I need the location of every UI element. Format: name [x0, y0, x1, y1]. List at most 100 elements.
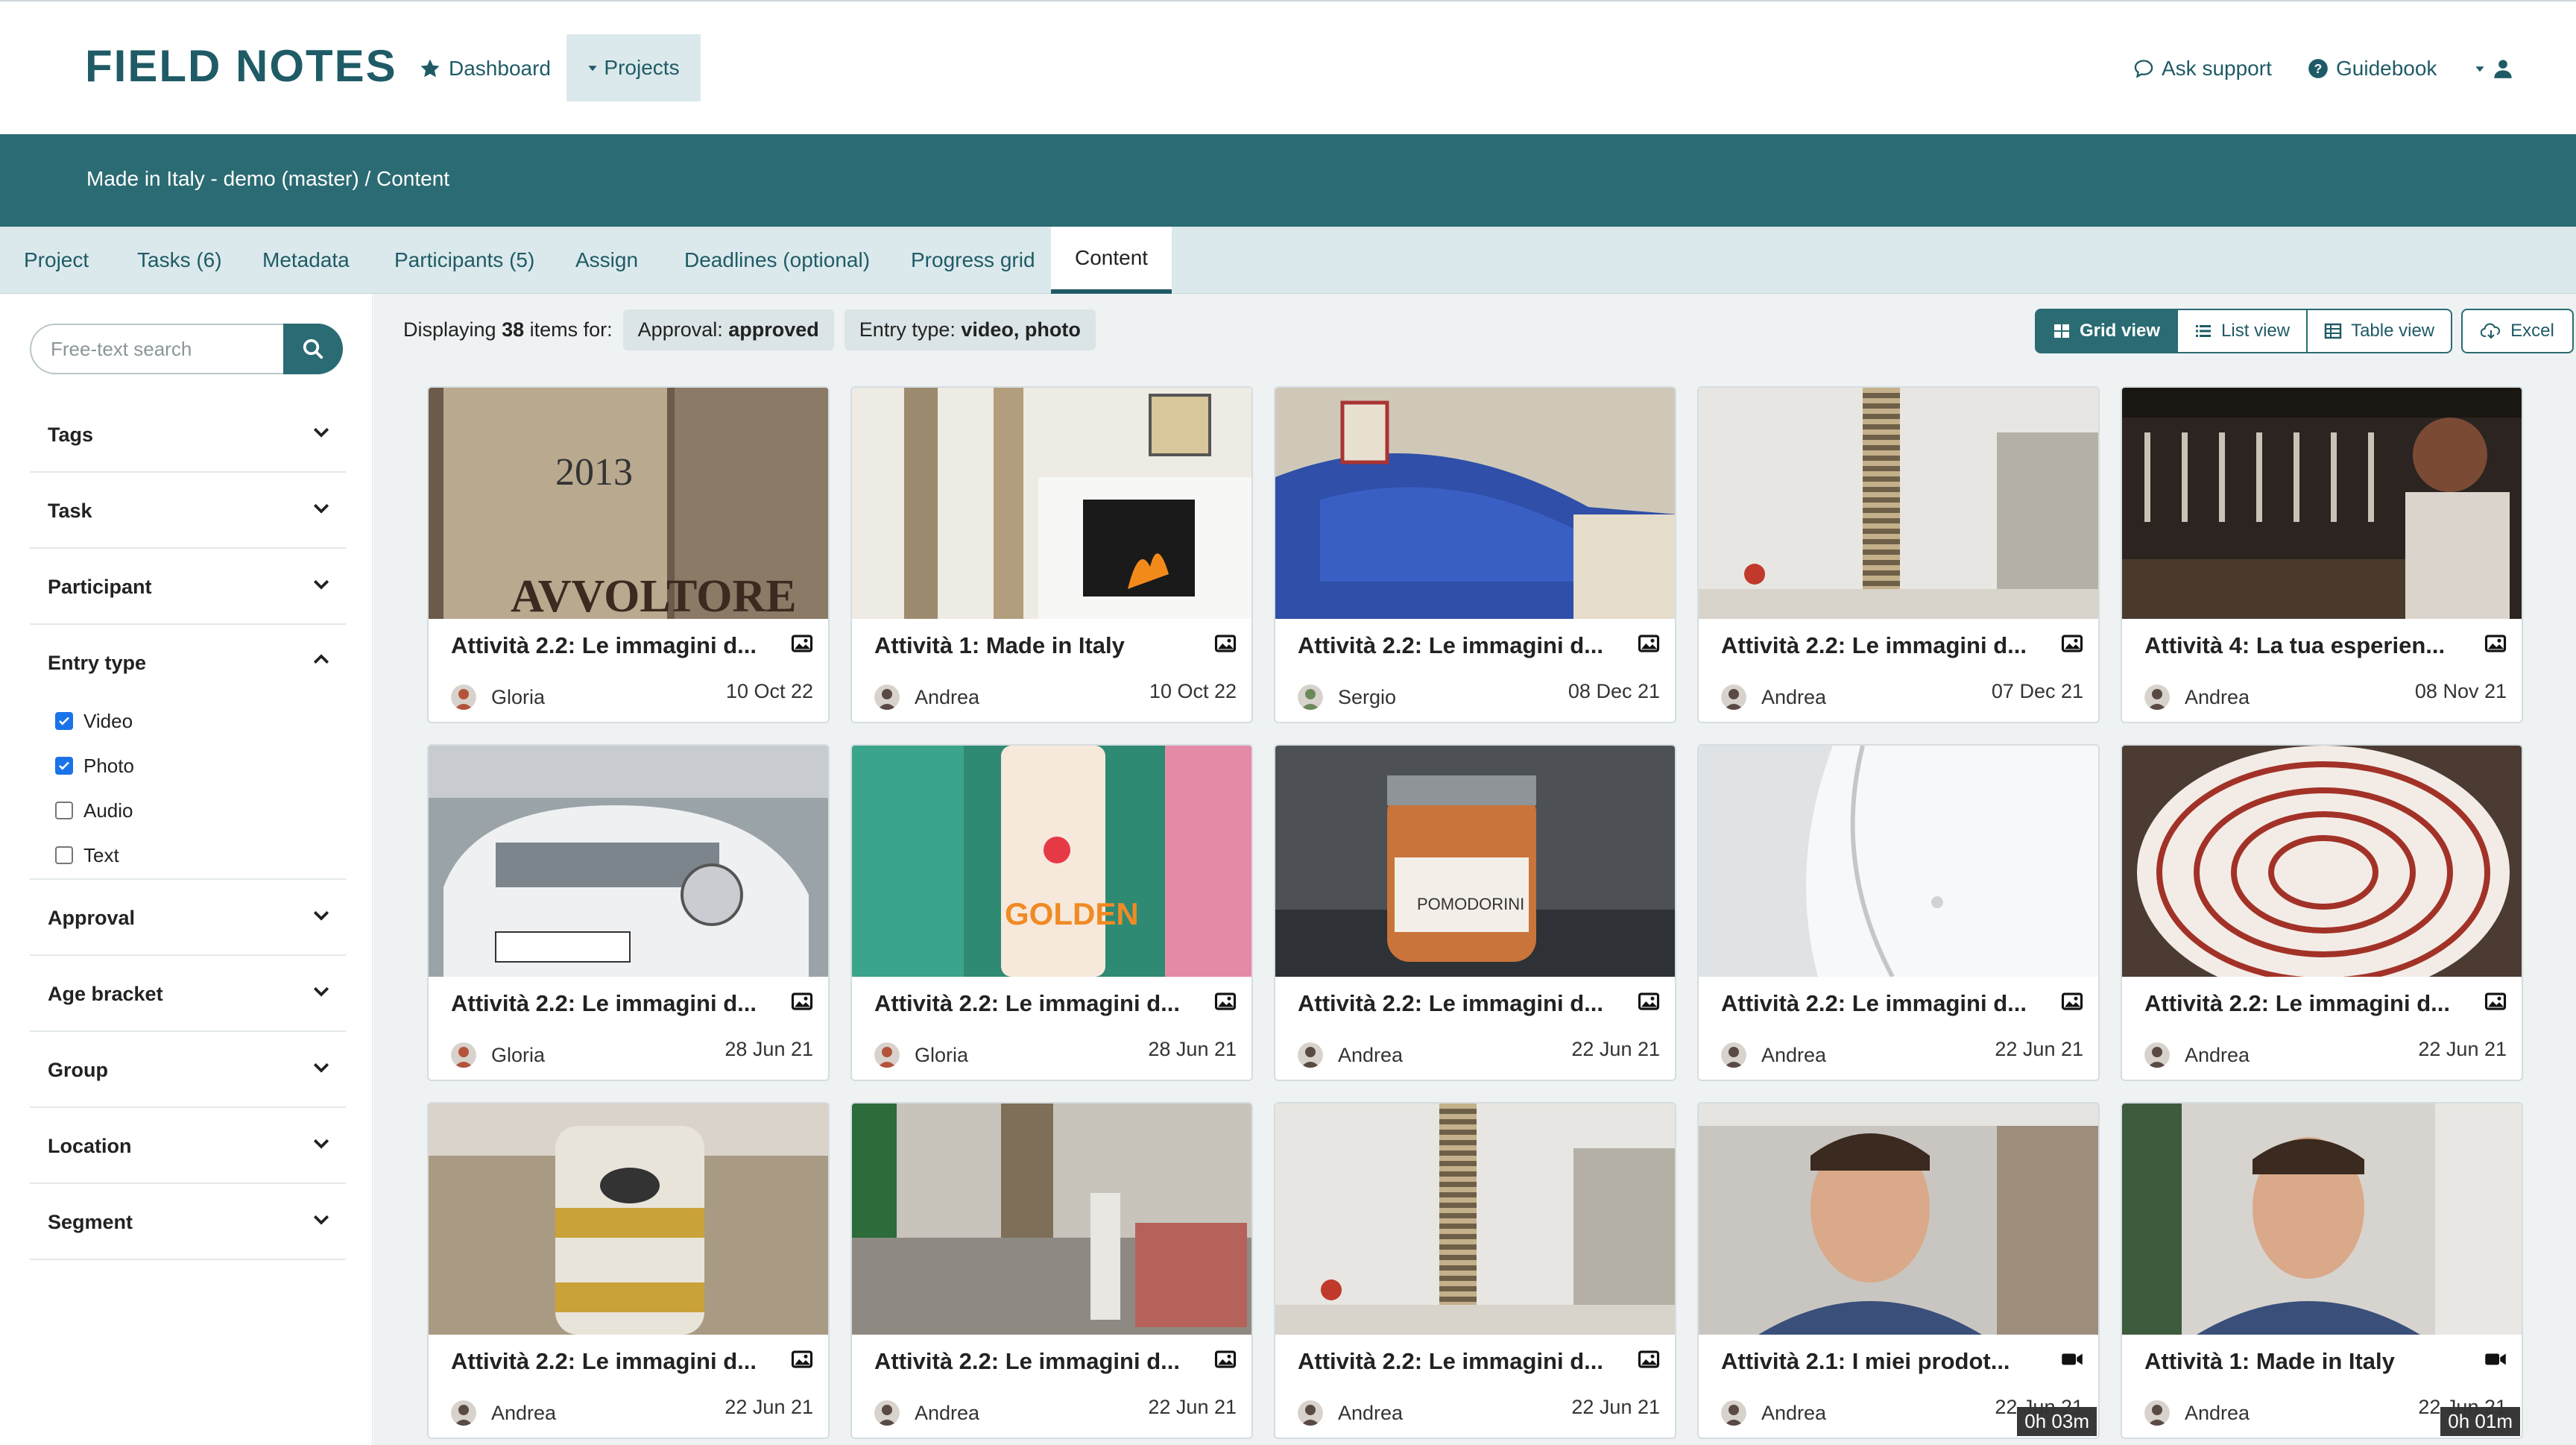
photo-icon — [1214, 635, 1237, 652]
content-card[interactable]: Attività 2.2: Le immagini d... Andrea 22 J… — [850, 1102, 1253, 1439]
entry-type-audio[interactable]: Audio — [55, 796, 133, 825]
card-title[interactable]: Attività 1: Made in Italy — [2144, 1348, 2395, 1375]
svg-text:AVVOLTORE: AVVOLTORE — [511, 571, 797, 619]
content-card[interactable]: Attività 2.2: Le immagini d... Andrea 22 J… — [1274, 1102, 1676, 1439]
user-menu[interactable] — [2475, 46, 2513, 91]
filter-tags[interactable]: Tags — [30, 397, 346, 473]
card-title[interactable]: Attività 2.1: I miei prodot... — [1721, 1348, 2010, 1375]
card-author: Gloria — [491, 686, 546, 708]
content-thumbnail[interactable] — [2122, 746, 2523, 977]
content-card[interactable]: Attività 1: Made in Italy Andrea 10 Oct 22 — [850, 386, 1253, 723]
card-title[interactable]: Attività 2.2: Le immagini d... — [2144, 990, 2450, 1017]
tab-participants[interactable]: Participants (5) — [394, 227, 534, 294]
filter-label: Segment — [48, 1211, 133, 1233]
guidebook-link[interactable]: ? Guidebook — [2308, 46, 2437, 91]
filter-location[interactable]: Location — [30, 1108, 346, 1184]
nav-projects-dropdown[interactable]: Projects — [566, 34, 701, 101]
author-avatar — [2144, 1400, 2170, 1426]
content-card[interactable]: Attività 2.2: Le immagini d... Sergio 08 D… — [1274, 386, 1676, 723]
card-date: 22 Jun 21 — [1148, 1396, 1237, 1418]
filter-approval[interactable]: Approval — [30, 880, 346, 956]
card-title[interactable]: Attività 1: Made in Italy — [874, 632, 1125, 659]
content-thumbnail[interactable]: 2013 AVVOLTORE — [429, 388, 830, 619]
tab-deadlines[interactable]: Deadlines (optional) — [684, 227, 870, 294]
table-view-button[interactable]: Table view — [2308, 309, 2453, 353]
author-avatar — [1721, 1400, 1746, 1426]
checkbox-unchecked[interactable] — [55, 802, 73, 819]
filter-segment[interactable]: Segment — [30, 1184, 346, 1260]
content-thumbnail[interactable] — [852, 1104, 1253, 1335]
content-card[interactable]: Attività 4: La tua esperien... Andrea 08 N… — [2121, 386, 2523, 723]
active-filter-chip-approval[interactable]: Approval: approved — [622, 309, 834, 350]
excel-export-button[interactable]: Excel — [2461, 309, 2574, 353]
content-thumbnail[interactable] — [1699, 388, 2100, 619]
filter-task[interactable]: Task — [30, 473, 346, 549]
content-thumbnail[interactable] — [2122, 388, 2523, 619]
content-card[interactable]: 0h 03m Attività 2.1: I miei prodot... Andr… — [1697, 1102, 2100, 1439]
content-card[interactable]: 2013 AVVOLTORE Attività 2.2: Le immagini d… — [427, 386, 830, 723]
author-avatar — [874, 1042, 900, 1068]
content-thumbnail[interactable]: POMODORINI — [1275, 746, 1676, 977]
content-thumbnail[interactable]: GOLDEN — [852, 746, 1253, 977]
content-thumbnail[interactable] — [429, 1104, 830, 1335]
breadcrumb[interactable]: Made in Italy - demo (master) / Content — [86, 167, 449, 191]
tab-assign[interactable]: Assign — [575, 227, 638, 294]
cloud-download-icon — [2481, 323, 2501, 339]
tab-content[interactable]: Content — [1051, 227, 1172, 294]
card-date: 28 Jun 21 — [724, 1038, 813, 1060]
chevron-down-icon — [313, 427, 329, 438]
card-title[interactable]: Attività 2.2: Le immagini d... — [1298, 632, 1603, 659]
content-card[interactable]: Attività 2.2: Le immagini d... Gloria 28 J… — [427, 744, 830, 1081]
results-count: 38 — [502, 318, 525, 341]
content-card[interactable]: Attività 2.2: Le immagini d... Andrea 07 D… — [1697, 386, 2100, 723]
filter-age-bracket[interactable]: Age bracket — [30, 956, 346, 1032]
card-title[interactable]: Attività 2.2: Le immagini d... — [1298, 990, 1603, 1017]
active-filter-chip-entry-type[interactable]: Entry type: video, photo — [844, 309, 1096, 350]
checkbox-checked[interactable] — [55, 757, 73, 775]
card-title[interactable]: Attività 2.2: Le immagini d... — [451, 632, 757, 659]
content-card[interactable]: Attività 2.2: Le immagini d... Andrea 22 J… — [1697, 744, 2100, 1081]
card-title[interactable]: Attività 2.2: Le immagini d... — [1721, 990, 2027, 1017]
entry-type-photo[interactable]: Photo — [55, 751, 134, 781]
tab-progress-grid[interactable]: Progress grid — [911, 227, 1035, 294]
content-card[interactable]: GOLDEN Attività 2.2: Le immagini d... Glor… — [850, 744, 1253, 1081]
app-logo[interactable]: FIELD NOTES — [85, 40, 397, 92]
filter-group[interactable]: Group — [30, 1032, 346, 1108]
content-card[interactable]: POMODORINI Attività 2.2: Le immagini d...… — [1274, 744, 1676, 1081]
checkbox-unchecked[interactable] — [55, 846, 73, 864]
card-title[interactable]: Attività 2.2: Le immagini d... — [1721, 632, 2027, 659]
content-thumbnail[interactable] — [429, 746, 830, 977]
tab-project[interactable]: Project — [24, 227, 89, 294]
card-title[interactable]: Attività 2.2: Le immagini d... — [451, 990, 757, 1017]
card-title[interactable]: Attività 2.2: Le immagini d... — [1298, 1348, 1603, 1375]
content-area: Displaying 38 items for: Approval: appro… — [373, 294, 2576, 1445]
tab-metadata[interactable]: Metadata — [262, 227, 350, 294]
search-input[interactable] — [30, 324, 285, 374]
content-thumbnail[interactable] — [1699, 746, 2100, 977]
ask-support-link[interactable]: Ask support — [2133, 46, 2272, 91]
content-thumbnail[interactable] — [852, 388, 1253, 619]
checkbox-checked[interactable] — [55, 712, 73, 730]
tab-tasks[interactable]: Tasks (6) — [137, 227, 222, 294]
card-title[interactable]: Attività 2.2: Le immagini d... — [874, 990, 1180, 1017]
content-thumbnail[interactable] — [2122, 1104, 2523, 1335]
entry-type-text[interactable]: Text — [55, 840, 119, 870]
card-title[interactable]: Attività 2.2: Le immagini d... — [451, 1348, 757, 1375]
search-button[interactable] — [283, 324, 343, 374]
photo-icon — [1638, 992, 1660, 1010]
entry-type-video[interactable]: Video — [55, 706, 133, 736]
card-author: Andrea — [915, 686, 980, 708]
list-view-button[interactable]: List view — [2178, 309, 2308, 353]
card-title[interactable]: Attività 4: La tua esperien... — [2144, 632, 2445, 659]
card-title[interactable]: Attività 2.2: Le immagini d... — [874, 1348, 1180, 1375]
content-thumbnail[interactable] — [1275, 1104, 1676, 1335]
grid-view-button[interactable]: Grid view — [2035, 309, 2179, 353]
filter-participant[interactable]: Participant — [30, 549, 346, 625]
content-card[interactable]: Attività 2.2: Le immagini d... Andrea 22 J… — [2121, 744, 2523, 1081]
content-card[interactable]: Attività 2.2: Le immagini d... Andrea 22 J… — [427, 1102, 830, 1439]
content-thumbnail[interactable] — [1275, 388, 1676, 619]
content-thumbnail[interactable] — [1699, 1104, 2100, 1335]
card-author: Gloria — [915, 1044, 969, 1066]
nav-dashboard-link[interactable]: Dashboard — [419, 46, 551, 91]
content-card[interactable]: 0h 01m Attività 1: Made in Italy Andrea 22 … — [2121, 1102, 2523, 1439]
